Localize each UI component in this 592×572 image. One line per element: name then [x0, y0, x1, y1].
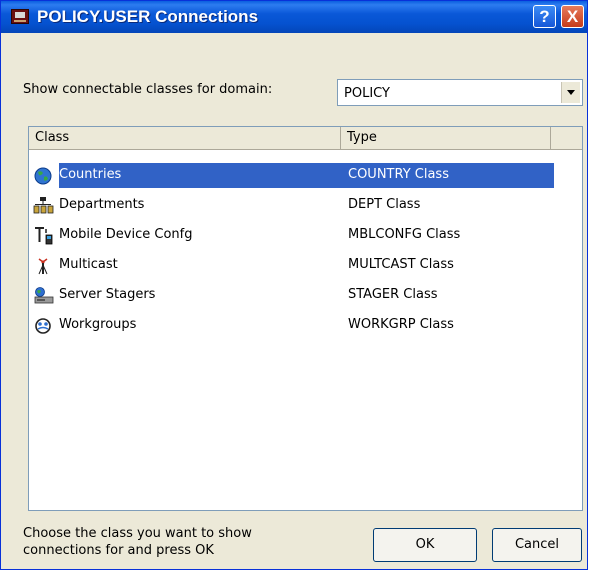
list-item-type: STAGER Class	[348, 287, 438, 302]
cancel-button[interactable]: Cancel	[492, 528, 582, 562]
connections-dialog: POLICY.USER Connections ? X Show connect…	[0, 0, 588, 570]
list-item-name: Countries	[59, 167, 122, 182]
list-item-type: MBLCONFG Class	[348, 227, 461, 242]
list-item-type: WORKGRP Class	[348, 317, 454, 332]
list-item-name: Mobile Device Confg	[59, 227, 193, 242]
chevron-down-icon[interactable]	[561, 82, 580, 103]
list-item-type: COUNTRY Class	[348, 167, 449, 182]
class-list[interactable]: Class Type Countries COUNTRY Class Depar	[28, 126, 583, 511]
list-item-type: DEPT Class	[348, 197, 421, 212]
list-item-multicast[interactable]: Multicast MULTCAST Class	[29, 251, 582, 280]
globe-icon	[34, 167, 52, 185]
selection-highlight	[59, 163, 554, 188]
close-button[interactable]: X	[561, 5, 584, 28]
antenna-icon	[38, 258, 48, 275]
title-bar[interactable]: POLICY.USER Connections ? X	[1, 1, 587, 33]
domain-label: Show connectable classes for domain:	[23, 82, 273, 97]
list-item-countries[interactable]: Countries COUNTRY Class	[29, 161, 582, 190]
ok-button[interactable]: OK	[373, 528, 477, 562]
column-header-type[interactable]: Type	[341, 127, 551, 149]
workgroup-icon	[35, 318, 51, 334]
list-item-type: MULTCAST Class	[348, 257, 454, 272]
org-chart-icon	[33, 197, 54, 214]
list-item-mobile-device-confg[interactable]: Mobile Device Confg MBLCONFG Class	[29, 221, 582, 250]
window-title: POLICY.USER Connections	[37, 7, 259, 26]
column-header-filler	[551, 127, 582, 149]
mobile-device-icon	[35, 227, 53, 245]
list-item-workgroups[interactable]: Workgroups WORKGRP Class	[29, 311, 582, 340]
domain-select-value: POLICY	[344, 86, 390, 101]
instruction-line-2: connections for and press OK	[23, 543, 214, 558]
list-item-name: Server Stagers	[59, 287, 156, 302]
app-icon	[11, 9, 29, 24]
server-icon	[34, 287, 54, 304]
list-item-departments[interactable]: Departments DEPT Class	[29, 191, 582, 220]
instruction-line-1: Choose the class you want to show	[23, 526, 252, 541]
list-item-name: Multicast	[59, 257, 118, 272]
column-header-class[interactable]: Class	[29, 127, 341, 149]
list-item-name: Workgroups	[59, 317, 137, 332]
domain-select[interactable]: POLICY	[337, 79, 583, 106]
instruction-text: Choose the class you want to show connec…	[23, 525, 252, 559]
list-header: Class Type	[29, 127, 582, 150]
help-button[interactable]: ?	[533, 5, 556, 28]
list-item-server-stagers[interactable]: Server Stagers STAGER Class	[29, 281, 582, 310]
list-item-name: Departments	[59, 197, 145, 212]
